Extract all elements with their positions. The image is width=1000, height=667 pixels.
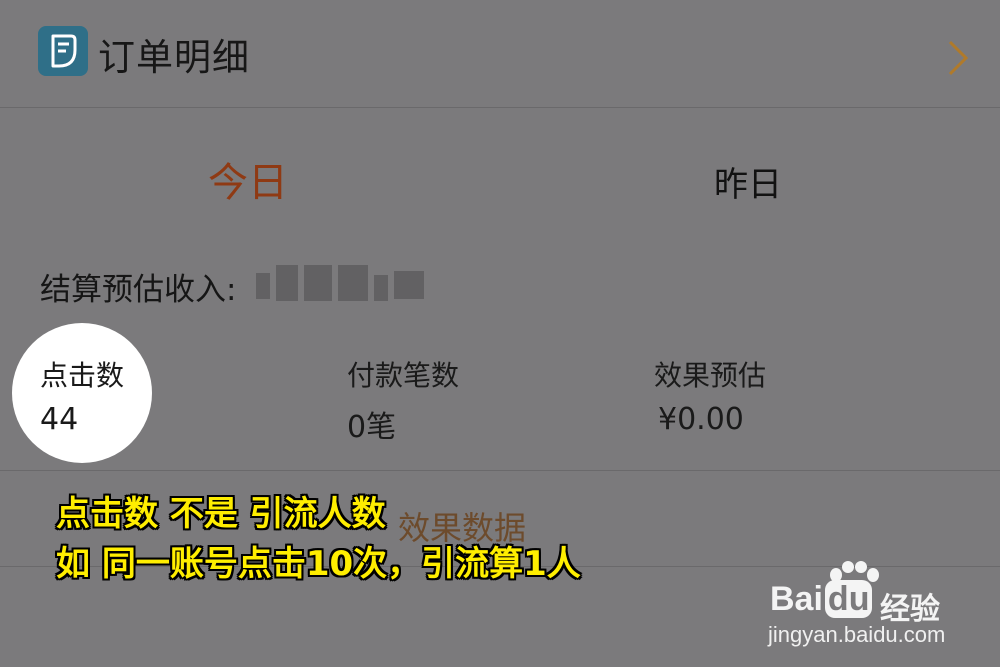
divider bbox=[0, 470, 1000, 471]
chevron-right-icon[interactable] bbox=[944, 38, 972, 78]
caption-line-2: 如 同一账号点击10次，引流算1人 bbox=[56, 544, 581, 584]
settlement-income-value-blurred bbox=[256, 265, 426, 301]
clicks-value: 44 bbox=[40, 402, 79, 437]
order-detail-header[interactable]: 订单明细 bbox=[0, 0, 1000, 108]
caption-line-1: 点击数 不是 引流人数 bbox=[56, 494, 386, 534]
watermark-url: jingyan.baidu.com bbox=[768, 622, 946, 647]
page-title: 订单明细 bbox=[98, 36, 250, 79]
tab-today[interactable]: 今日 bbox=[188, 150, 308, 208]
payments-label: 付款笔数 bbox=[347, 359, 460, 392]
clicks-label: 点击数 bbox=[40, 359, 125, 392]
settlement-income-label: 结算预估收入: bbox=[40, 272, 237, 308]
estimate-value: ¥0.00 bbox=[658, 402, 744, 437]
watermark-brand: Bai bbox=[770, 580, 823, 618]
watermark-brand-du: du bbox=[824, 580, 873, 618]
estimate-label: 效果预估 bbox=[654, 359, 767, 392]
document-icon bbox=[38, 26, 88, 76]
tab-yesterday[interactable]: 昨日 bbox=[688, 157, 808, 206]
payments-value: 0笔 bbox=[347, 410, 397, 445]
